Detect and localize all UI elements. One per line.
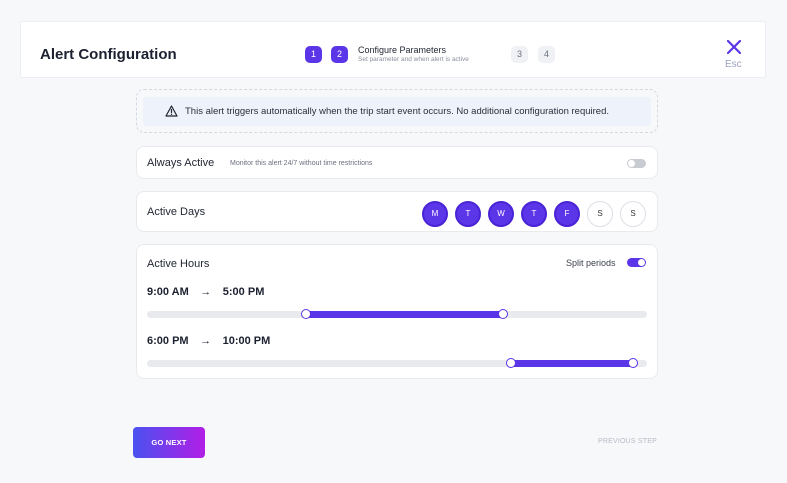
period-2-end-handle[interactable] — [627, 358, 638, 368]
period-2-start-handle[interactable] — [506, 358, 516, 368]
period-2-range-fill — [511, 360, 633, 367]
always-active-description: Monitor this alert 24/7 without time res… — [230, 160, 373, 167]
active-days-card: Active Days M T W T F S S — [136, 191, 658, 232]
current-step-label: Configure Parameters — [358, 45, 447, 55]
period-2-end: 10:00 PM — [222, 335, 271, 347]
step-4-indicator[interactable]: 4 — [538, 46, 555, 63]
always-active-toggle[interactable] — [627, 159, 646, 168]
arrow-icon: → — [200, 335, 212, 347]
current-step-subtitle: Set parameter and when alert is active — [358, 56, 469, 63]
active-hours-label: Active Hours — [147, 258, 210, 270]
day-tuesday-button[interactable]: T — [455, 201, 481, 227]
go-next-button[interactable]: GO NEXT — [133, 427, 205, 458]
period-1-end: 5:00 PM — [222, 286, 265, 298]
step-1-indicator[interactable]: 1 — [305, 46, 322, 63]
always-active-card: Always Active Monitor this alert 24/7 wi… — [136, 146, 658, 179]
day-monday-button[interactable]: M — [422, 201, 448, 227]
warning-icon — [165, 105, 178, 117]
period-2-label: 6:00 PM → 10:00 PM — [147, 335, 270, 347]
toggle-knob — [628, 160, 635, 167]
always-active-label: Always Active — [147, 157, 215, 169]
period-1-start: 9:00 AM — [147, 286, 189, 298]
period-1-end-handle[interactable] — [497, 309, 508, 319]
info-notice: This alert triggers automatically when t… — [136, 89, 658, 133]
notice-text: This alert triggers automatically when t… — [185, 106, 610, 117]
period-1-label: 9:00 AM → 5:00 PM — [147, 286, 264, 298]
previous-step-button[interactable]: PREVIOUS STEP — [598, 438, 657, 445]
day-friday-button[interactable]: F — [554, 201, 580, 227]
period-2-slider[interactable] — [147, 358, 647, 368]
day-thursday-button[interactable]: T — [521, 201, 547, 227]
close-icon[interactable] — [727, 40, 741, 54]
step-3-indicator[interactable]: 3 — [511, 46, 528, 63]
split-periods-label: Split periods — [566, 258, 616, 268]
period-1-slider[interactable] — [147, 309, 647, 319]
step-2-indicator[interactable]: 2 — [331, 46, 348, 63]
esc-label[interactable]: Esc — [725, 59, 742, 70]
period-2-start: 6:00 PM — [147, 335, 189, 347]
header-bar: Alert Configuration 1 2 Configure Parame… — [20, 21, 766, 78]
period-1-range-fill — [305, 311, 503, 318]
notice-banner: This alert triggers automatically when t… — [143, 97, 651, 126]
arrow-icon: → — [200, 286, 212, 298]
period-1-start-handle[interactable] — [300, 309, 311, 319]
toggle-knob — [638, 259, 645, 266]
day-wednesday-button[interactable]: W — [488, 201, 514, 227]
split-periods-toggle[interactable] — [627, 258, 646, 267]
active-days-label: Active Days — [147, 206, 206, 218]
page-title: Alert Configuration — [40, 46, 177, 63]
day-saturday-button[interactable]: S — [587, 201, 613, 227]
day-sunday-button[interactable]: S — [620, 201, 646, 227]
active-hours-card: Active Hours Split periods 9:00 AM → 5:00 … — [136, 244, 658, 379]
